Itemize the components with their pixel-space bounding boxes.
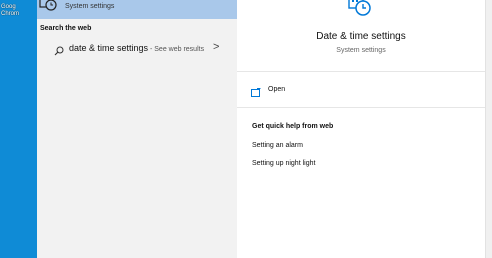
web-search-query: date & time settings - See web results (69, 43, 204, 53)
search-web-heading: Search the web (40, 25, 92, 32)
quick-link-night-light[interactable]: Setting up night light (252, 160, 315, 167)
quick-link-alarm[interactable]: Setting an alarm (252, 142, 303, 149)
best-match-result[interactable]: System settings (37, 0, 237, 19)
open-label: Open (268, 86, 286, 93)
desktop-background: Goog Chrom (0, 0, 37, 258)
preview-subtitle: System settings (336, 47, 386, 54)
web-search-hint: - See web results (148, 46, 205, 53)
open-button[interactable]: Open (251, 84, 351, 97)
calendar-clock-icon (39, 0, 57, 12)
best-match-subtitle: System settings (65, 3, 115, 10)
scrollbar[interactable] (485, 0, 492, 258)
web-search-result[interactable]: date & time settings - See web results > (37, 39, 237, 59)
preview-title: Date & time settings (316, 31, 406, 42)
desktop-icon-chrome-label[interactable]: Goog Chrom (1, 4, 35, 18)
preview-pane: Date & time settings System settings Ope… (237, 0, 485, 258)
open-window-icon (251, 84, 261, 97)
search-results-pane: System settings Search the web date & ti… (37, 0, 237, 258)
search-icon (54, 43, 64, 56)
calendar-clock-icon (345, 0, 375, 18)
quick-help-heading: Get quick help from web (252, 123, 334, 130)
divider (237, 71, 485, 72)
chevron-right-icon[interactable]: > (213, 41, 219, 53)
divider (237, 107, 485, 108)
web-search-query-text: date & time settings (69, 43, 149, 53)
